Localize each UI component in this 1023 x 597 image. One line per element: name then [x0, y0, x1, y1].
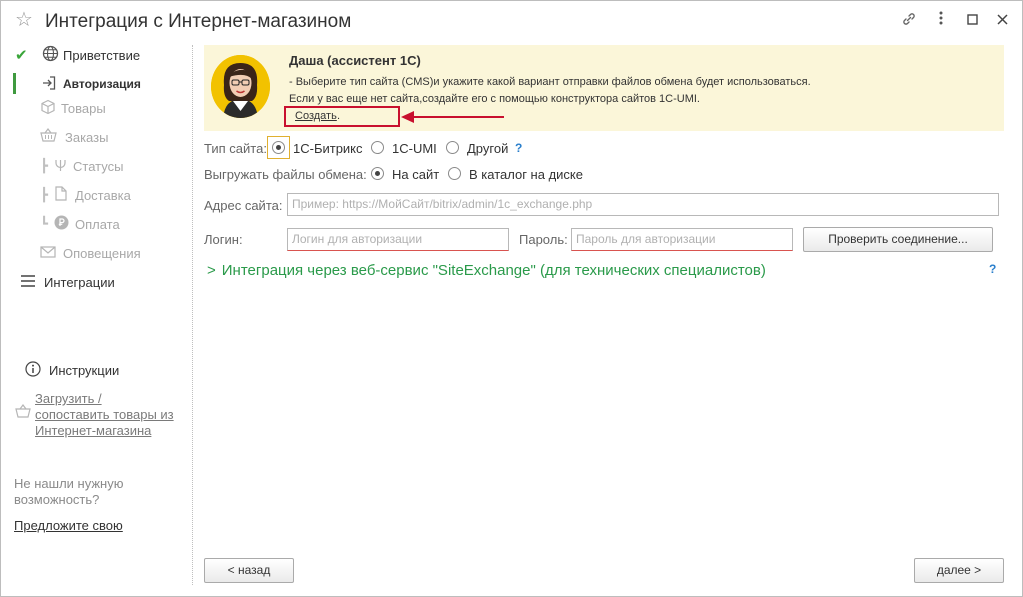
wizard-window: ☆ Интеграция с Интернет-магазином ✔ Прив…	[0, 0, 1023, 597]
sidebar-item-label: Приветствие	[63, 47, 141, 63]
sidebar-item-label: Товары	[61, 100, 106, 116]
tree-end-icon: ┗	[40, 216, 48, 231]
upload-option-label[interactable]: В каталог на диске	[469, 167, 583, 182]
status-icon	[53, 157, 67, 175]
delivery-icon	[53, 186, 69, 204]
more-menu-icon[interactable]	[931, 11, 951, 31]
assistant-message-line2: Если у вас еще нет сайта,создайте его с …	[289, 93, 700, 105]
create-site-link[interactable]: Создать	[295, 110, 337, 122]
site-address-input[interactable]: Пример: https://МойСайт/bitrix/admin/1c_…	[287, 193, 999, 216]
sidebar-item-products[interactable]: Товары	[39, 98, 106, 118]
chevron-right-icon: >	[207, 262, 216, 279]
sidebar-item-label: Заказы	[65, 129, 109, 145]
instructions-link[interactable]: Инструкции	[25, 360, 119, 380]
tree-branch-icon: ┣	[40, 187, 48, 202]
info-icon	[25, 360, 41, 380]
site-type-option-label[interactable]: 1С-UMI	[392, 141, 437, 156]
maximize-icon[interactable]	[962, 11, 982, 31]
login-icon	[41, 75, 57, 94]
active-step-indicator	[13, 73, 16, 94]
upload-files-label: Выгружать файлы обмена:	[204, 167, 367, 182]
globe-icon	[41, 45, 59, 65]
sidebar-item-label: Оплата	[75, 216, 120, 232]
create-link-suffix: .	[337, 110, 341, 122]
sidebar-item-notifications[interactable]: Оповещения	[39, 243, 141, 263]
load-products-link[interactable]: Загрузить / сопоставить товары из Интерн…	[35, 391, 174, 439]
back-button[interactable]: < назад	[204, 558, 294, 583]
payment-icon	[53, 215, 69, 233]
sidebar-divider	[192, 45, 193, 585]
assistant-avatar	[211, 55, 270, 118]
assistant-name: Даша (ассистент 1С)	[289, 53, 421, 68]
favorite-star-icon[interactable]: ☆	[15, 10, 33, 30]
sidebar-item-integrations[interactable]: Интеграции	[20, 272, 115, 292]
sidebar-item-payment[interactable]: ┗ Оплата	[39, 214, 120, 234]
site-type-radio-umi[interactable]	[371, 141, 384, 154]
instructions-label: Инструкции	[49, 362, 120, 378]
title-bar: ☆ Интеграция с Интернет-магазином	[1, 1, 1022, 41]
load-products-line: сопоставить товары из	[35, 407, 174, 422]
sidebar-item-authorization[interactable]: Авторизация	[41, 74, 141, 94]
load-products-line: Загрузить /	[35, 391, 102, 406]
check-icon: ✔	[15, 47, 28, 64]
sidebar-item-label: Оповещения	[63, 245, 141, 261]
menu-icon	[20, 274, 36, 290]
sidebar-item-welcome[interactable]: ✔ Приветствие	[15, 45, 140, 65]
site-type-option-label[interactable]: Другой	[467, 141, 508, 156]
sidebar-item-label: Доставка	[75, 187, 131, 203]
not-found-line: возможность?	[14, 492, 100, 507]
mail-icon	[39, 245, 57, 261]
not-found-text: Не нашли нужную возможность?	[14, 476, 123, 508]
load-products-line: Интернет-магазина	[35, 423, 152, 438]
sidebar-item-delivery[interactable]: ┣ Доставка	[39, 185, 131, 205]
upload-radio-site[interactable]	[371, 167, 384, 180]
next-button[interactable]: далее >	[914, 558, 1004, 583]
upload-option-label[interactable]: На сайт	[392, 167, 439, 182]
sidebar-item-statuses[interactable]: ┣ Статусы	[39, 156, 123, 176]
tree-branch-icon: ┣	[40, 158, 48, 173]
check-connection-button[interactable]: Проверить соединение...	[803, 227, 993, 252]
site-type-option-label[interactable]: 1С-Битрикс	[293, 141, 363, 156]
site-type-radio-other[interactable]	[446, 141, 459, 154]
sidebar-item-label: Авторизация	[63, 77, 141, 91]
basket-icon	[39, 128, 57, 146]
box-icon	[39, 99, 57, 118]
help-icon[interactable]: ?	[989, 262, 996, 276]
suggest-link[interactable]: Предложите свою	[14, 518, 123, 533]
site-type-label: Тип сайта:	[204, 141, 267, 156]
pointer-arrow-icon	[401, 111, 504, 123]
link-icon[interactable]	[899, 11, 919, 31]
assistant-panel: Даша (ассистент 1С) - Выберите тип сайта…	[204, 45, 1004, 131]
sidebar-item-orders[interactable]: Заказы	[39, 127, 108, 147]
section-title: Интеграция через веб-сервис "SiteExchang…	[221, 262, 766, 279]
siteexchange-section-toggle[interactable]: > Интеграция через веб-сервис "SiteExchan…	[207, 262, 766, 279]
close-icon[interactable]	[992, 11, 1012, 31]
help-icon[interactable]: ?	[515, 141, 522, 155]
login-input[interactable]: Логин для авторизации	[287, 228, 509, 251]
login-label: Логин:	[204, 232, 243, 247]
site-type-radio-bitrix[interactable]	[272, 141, 285, 154]
window-title: Интеграция с Интернет-магазином	[45, 11, 352, 32]
load-products-icon	[15, 403, 31, 422]
sidebar-item-label: Статусы	[73, 158, 124, 174]
password-input[interactable]: Пароль для авторизации	[571, 228, 793, 251]
sidebar-item-label: Интеграции	[44, 274, 115, 290]
assistant-message-line1: - Выберите тип сайта (CMS)и укажите како…	[289, 76, 811, 88]
site-address-label: Адрес сайта:	[204, 198, 283, 213]
not-found-line: Не нашли нужную	[14, 476, 124, 491]
password-label: Пароль:	[519, 232, 568, 247]
upload-radio-disk[interactable]	[448, 167, 461, 180]
